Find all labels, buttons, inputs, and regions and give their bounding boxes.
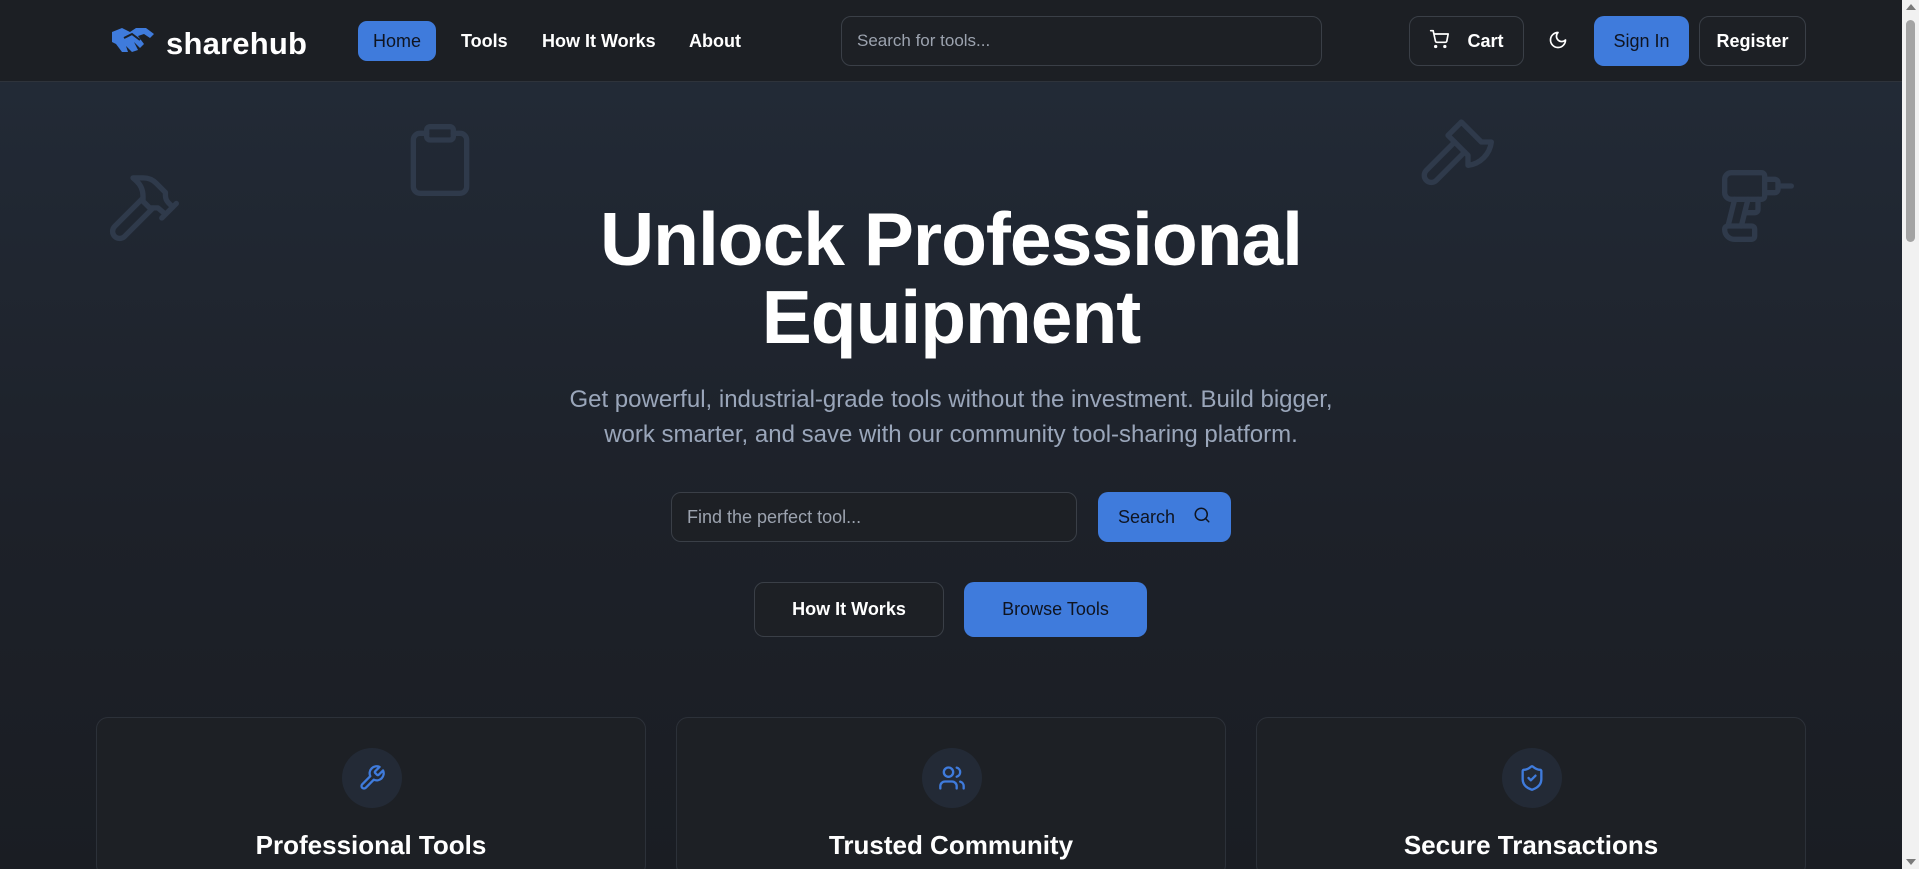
scroll-down-arrow-icon[interactable] (1906, 859, 1916, 865)
register-button[interactable]: Register (1699, 16, 1806, 66)
nav-about[interactable]: About (674, 21, 756, 61)
page-scrollbar[interactable] (1902, 0, 1919, 869)
moon-icon (1548, 30, 1568, 55)
users-icon (922, 748, 982, 808)
axe-icon (1418, 112, 1498, 197)
hero-title-line1: Unlock Professional (599, 197, 1303, 281)
scroll-thumb[interactable] (1906, 20, 1915, 242)
site-header: sharehub Home Tools How It Works About C… (0, 0, 1902, 82)
feature-card-professional-tools: Professional Tools (96, 717, 646, 869)
wrench-icon (342, 748, 402, 808)
cart-icon (1429, 29, 1450, 54)
scroll-up-arrow-icon[interactable] (1906, 4, 1916, 10)
hero-title: Unlock Professional Equipment (0, 200, 1902, 356)
header-search-input[interactable] (841, 16, 1322, 66)
search-icon (1193, 506, 1211, 529)
feature-card-trusted-community: Trusted Community (676, 717, 1226, 869)
hero-search-label: Search (1117, 506, 1176, 527)
nav-tools[interactable]: Tools (446, 21, 523, 61)
feature-title: Trusted Community (828, 830, 1074, 860)
how-it-works-button[interactable]: How It Works (754, 582, 944, 637)
brand-name: sharehub (166, 25, 308, 61)
hero-subtitle-line2: work smarter, and save with our communit… (604, 421, 1298, 448)
hero-subtitle-line1: Get powerful, industrial-grade tools wit… (569, 386, 1333, 413)
hero-search-input[interactable] (671, 492, 1077, 542)
shield-check-icon (1502, 748, 1562, 808)
nav-home[interactable]: Home (358, 21, 437, 61)
feature-card-secure-transactions: Secure Transactions (1256, 717, 1806, 869)
handshake-icon (110, 24, 156, 63)
feature-title: Professional Tools (255, 830, 487, 860)
logo[interactable]: sharehub (110, 24, 307, 63)
nav-how-it-works[interactable]: How It Works (527, 21, 671, 61)
cart-button[interactable]: Cart (1409, 16, 1524, 66)
clipboard-icon (400, 120, 480, 205)
hero-search-button[interactable]: Search (1098, 492, 1231, 542)
theme-toggle-button[interactable] (1537, 21, 1579, 63)
feature-title: Secure Transactions (1403, 830, 1659, 860)
hero-title-line2: Equipment (761, 275, 1142, 359)
sign-in-button[interactable]: Sign In (1594, 16, 1689, 66)
browse-tools-button[interactable]: Browse Tools (964, 582, 1147, 637)
hero-subtitle: Get powerful, industrial-grade tools wit… (0, 382, 1902, 452)
cart-label: Cart (1467, 30, 1504, 51)
